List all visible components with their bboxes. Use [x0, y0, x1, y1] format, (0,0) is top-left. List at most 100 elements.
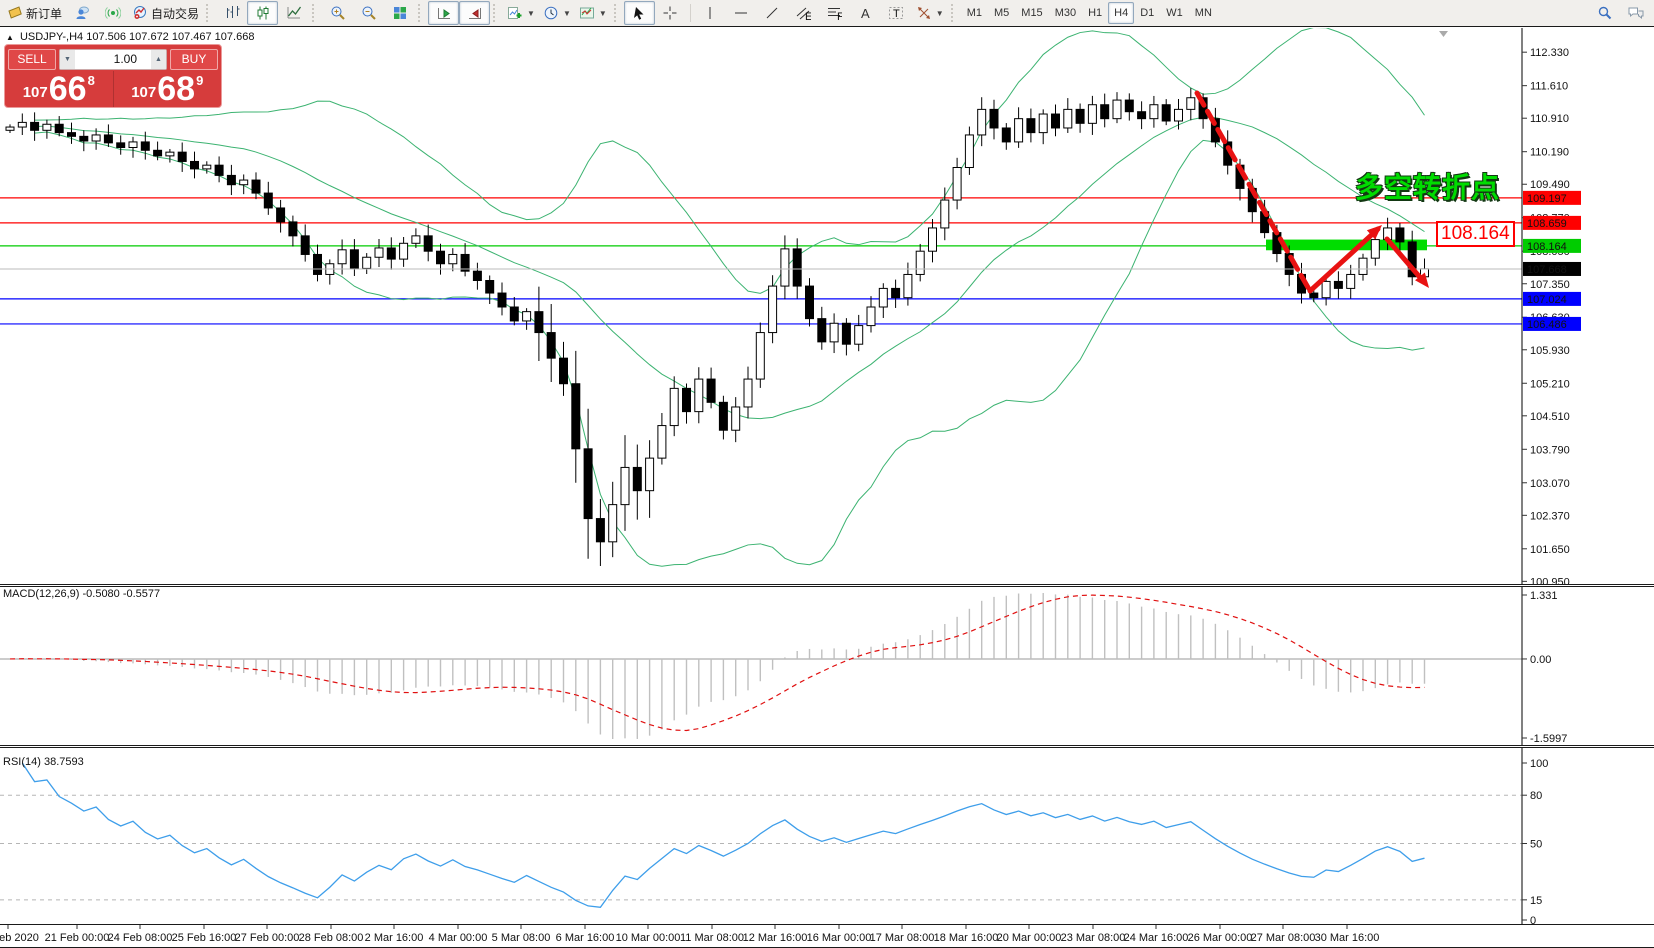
candlestick-chart-icon — [255, 5, 271, 21]
svg-text:16 Mar 00:00: 16 Mar 00:00 — [807, 932, 872, 944]
callout-text-object[interactable]: 多空转折点 — [1336, 166, 1500, 206]
signal-icon — [105, 5, 121, 21]
tf-button-d1[interactable]: D1 — [1134, 2, 1160, 24]
volume-up-button[interactable]: ▲ — [151, 50, 166, 69]
zoom-out-button[interactable] — [353, 1, 384, 25]
svg-text:1.331: 1.331 — [1530, 590, 1558, 602]
horizontal-line-button[interactable] — [726, 1, 757, 25]
macd-indicator-label: MACD(12,26,9) -0.5080 -0.5577 — [3, 588, 160, 600]
trendline-icon — [764, 5, 780, 21]
candlestick-chart-button[interactable] — [247, 1, 278, 25]
main-chart-canvas[interactable]: 112.330111.610110.910110.190109.490108.7… — [0, 28, 1654, 584]
tf-button-m5[interactable]: M5 — [988, 2, 1015, 24]
auto-trading-button[interactable]: 自动交易 — [128, 1, 203, 25]
auto-scroll-icon — [436, 5, 452, 21]
svg-text:107.350: 107.350 — [1530, 279, 1570, 291]
cursor-button[interactable] — [624, 1, 655, 25]
svg-text:100: 100 — [1530, 758, 1548, 770]
toolbar-grip — [206, 4, 213, 22]
chart-window: 112.330111.610110.910110.190109.490108.7… — [0, 28, 1654, 948]
sell-button[interactable]: SELL — [8, 49, 56, 70]
svg-text:-1.5997: -1.5997 — [1530, 733, 1567, 745]
price-tag-object[interactable]: 108.164 — [1436, 221, 1515, 247]
svg-text:108.164: 108.164 — [1527, 241, 1567, 253]
mt4-terminal: 新订单 自动交易 — [0, 0, 1654, 948]
svg-text:101.650: 101.650 — [1530, 544, 1570, 556]
trendline-button[interactable] — [757, 1, 788, 25]
auto-scroll-button[interactable] — [428, 1, 459, 25]
rsi-panel-canvas[interactable]: 1008050150 — [0, 748, 1654, 924]
svg-text:24 Mar 16:00: 24 Mar 16:00 — [1124, 932, 1189, 944]
bar-chart-icon — [224, 5, 240, 21]
svg-text:11 Mar 08:00: 11 Mar 08:00 — [680, 932, 744, 944]
add-indicator-icon — [507, 5, 523, 21]
text-button[interactable]: A — [850, 1, 881, 25]
add-indicator-button[interactable]: ▼ — [503, 1, 539, 25]
svg-text:26 Mar 00:00: 26 Mar 00:00 — [1188, 932, 1253, 944]
zoom-in-button[interactable] — [322, 1, 353, 25]
svg-text:105.930: 105.930 — [1530, 345, 1570, 357]
shapes-button[interactable]: ▼ — [912, 1, 948, 25]
toolbar-grip — [614, 4, 621, 22]
horizontal-line-icon — [733, 5, 749, 21]
buy-price-point: 9 — [196, 73, 203, 88]
sell-price-point: 8 — [88, 73, 95, 88]
tf-button-m1[interactable]: M1 — [961, 2, 988, 24]
channel-button[interactable]: E — [788, 1, 819, 25]
add-indicator-caret: ▼ — [527, 9, 535, 18]
svg-text:0.00: 0.00 — [1530, 654, 1551, 666]
periods-caret: ▼ — [563, 9, 571, 18]
templates-caret: ▼ — [599, 9, 607, 18]
tf-button-h4[interactable]: H4 — [1108, 2, 1134, 24]
svg-text:100.950: 100.950 — [1530, 576, 1570, 584]
tf-button-mn[interactable]: MN — [1189, 2, 1218, 24]
profile-icon — [74, 5, 90, 21]
periods-button[interactable]: ▼ — [539, 1, 575, 25]
tf-button-m30[interactable]: M30 — [1049, 2, 1082, 24]
svg-text:103.070: 103.070 — [1530, 478, 1570, 490]
fibonacci-icon: F — [826, 5, 842, 21]
tile-windows-button[interactable] — [384, 1, 415, 25]
collapse-triangle-icon[interactable]: ▲ — [6, 33, 14, 42]
crosshair-button[interactable] — [655, 1, 686, 25]
bar-chart-button[interactable] — [216, 1, 247, 25]
svg-text:107.668: 107.668 — [1527, 264, 1567, 276]
text-label-button[interactable]: T — [881, 1, 912, 25]
toolbar-separator — [690, 4, 691, 22]
line-chart-button[interactable] — [278, 1, 309, 25]
svg-text:111.610: 111.610 — [1530, 81, 1568, 93]
signals-button[interactable] — [97, 1, 128, 25]
time-axis[interactable]: 19 Feb 202021 Feb 00:0024 Feb 08:0025 Fe… — [0, 924, 1654, 948]
svg-text:6 Mar 16:00: 6 Mar 16:00 — [556, 932, 615, 944]
tf-button-h1[interactable]: H1 — [1082, 2, 1108, 24]
fibonacci-button[interactable]: F — [819, 1, 850, 25]
vertical-line-button[interactable] — [695, 1, 726, 25]
templates-button[interactable]: ▼ — [575, 1, 611, 25]
svg-text:106.486: 106.486 — [1527, 319, 1567, 331]
macd-values: -0.5080 -0.5577 — [82, 588, 160, 600]
buy-button[interactable]: BUY — [170, 49, 218, 70]
zoom-out-icon — [361, 5, 377, 21]
tf-button-m15[interactable]: M15 — [1015, 2, 1048, 24]
buy-price-pips: 68 — [157, 75, 195, 104]
svg-text:27 Feb 00:00: 27 Feb 00:00 — [235, 932, 300, 944]
svg-text:108.659: 108.659 — [1527, 218, 1567, 230]
chart-symbol-period: USDJPY-,H4 — [20, 31, 83, 43]
macd-panel-canvas[interactable]: 1.331 0.00 -1.5997 — [0, 587, 1654, 745]
chart-shift-button[interactable] — [459, 1, 490, 25]
new-order-button[interactable]: 新订单 — [3, 1, 66, 25]
svg-text:2 Mar 16:00: 2 Mar 16:00 — [365, 932, 424, 944]
volume-input[interactable]: 1.00 — [75, 50, 151, 69]
volume-box: ▼ 1.00 ▲ — [59, 49, 167, 70]
svg-text:109.490: 109.490 — [1530, 179, 1570, 191]
chat-button[interactable] — [1620, 1, 1651, 25]
svg-text:0: 0 — [1530, 915, 1536, 924]
profiles-button[interactable] — [66, 1, 97, 25]
toolbar-grip — [418, 4, 425, 22]
tf-button-w1[interactable]: W1 — [1160, 2, 1189, 24]
search-button[interactable] — [1589, 1, 1620, 25]
volume-down-button[interactable]: ▼ — [60, 50, 75, 69]
svg-text:110.190: 110.190 — [1530, 147, 1569, 159]
sell-price-button[interactable]: 107 66 8 — [5, 71, 113, 107]
buy-price-button[interactable]: 107 68 9 — [113, 71, 222, 107]
